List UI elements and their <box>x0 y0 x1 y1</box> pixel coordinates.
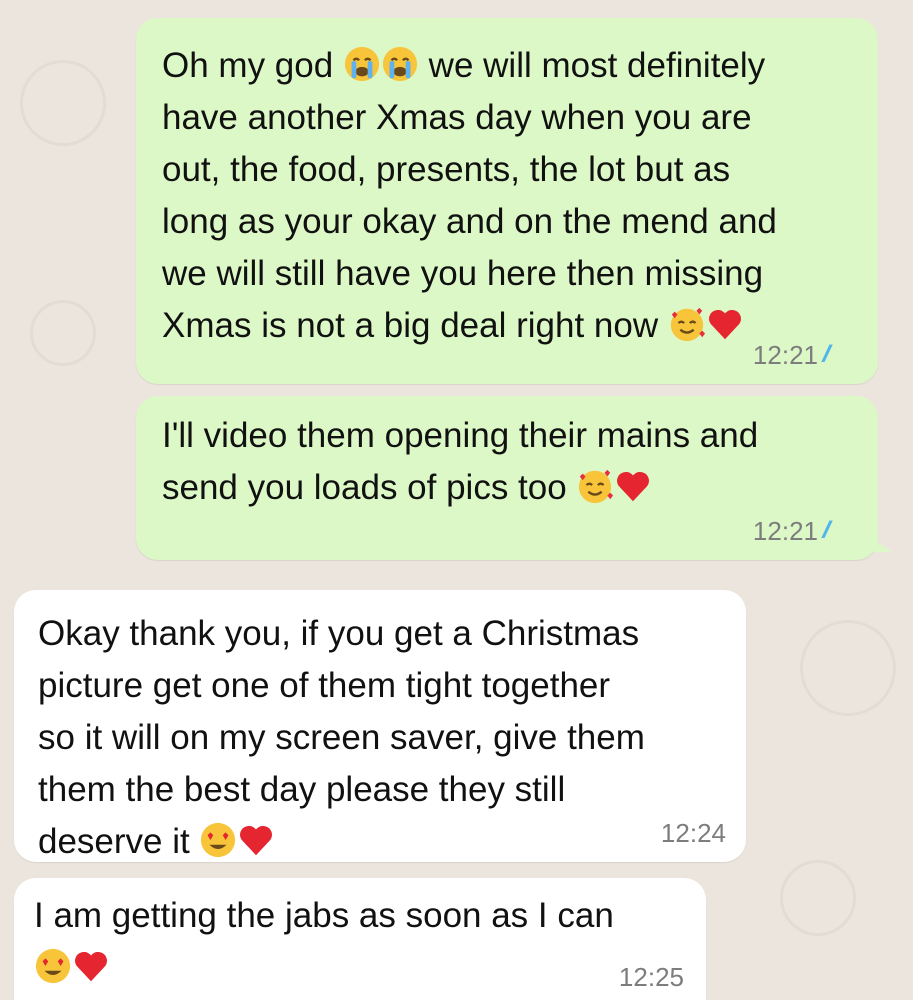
red-heart-icon <box>72 947 110 985</box>
message-line: we will still have you here then missing <box>162 254 764 293</box>
bubble-tail <box>874 540 892 552</box>
message-meta: 12:24 <box>661 818 726 848</box>
smiling-face-with-heart-eyes-icon <box>34 947 72 985</box>
message-bubble-incoming[interactable]: I am getting the jabs as soon as I can 1… <box>14 878 706 1000</box>
message-line: Xmas is not a big deal right now <box>162 300 852 352</box>
message-line: long as your okay and on the mend and <box>162 202 777 241</box>
message-bubble-outgoing[interactable]: I'll video them opening their mains and … <box>136 396 892 560</box>
message-meta: 12:21 // <box>753 516 852 546</box>
red-heart-icon <box>237 821 275 859</box>
message-line <box>34 942 686 994</box>
message-line: so it will on my screen saver, give them <box>38 718 645 757</box>
timestamp: 12:21 <box>752 340 818 370</box>
wallpaper-doodle <box>800 620 896 716</box>
read-receipt-icon: // <box>824 340 852 370</box>
wallpaper-doodle <box>780 860 856 936</box>
wallpaper-doodle <box>30 300 96 366</box>
message-line: Okay thank you, if you get a Christmas <box>38 614 640 653</box>
timestamp: 12:24 <box>660 818 726 848</box>
message-meta: 12:21 // <box>753 340 852 370</box>
red-heart-icon <box>614 467 652 505</box>
message-bubble-outgoing[interactable]: Oh my god we will most definitely have a… <box>136 18 878 384</box>
loudly-crying-face-icon <box>381 45 419 83</box>
message-line: them the best day please they still <box>38 770 566 809</box>
smiling-face-with-hearts-icon <box>576 467 614 505</box>
message-line: I am getting the jabs as soon as I can <box>34 896 614 935</box>
red-heart-icon <box>706 305 744 343</box>
timestamp: 12:21 <box>752 516 818 546</box>
message-line: Oh my god we will most definitely <box>162 45 766 85</box>
smiling-face-with-heart-eyes-icon <box>199 821 237 859</box>
read-receipt-icon: // <box>824 516 852 546</box>
smiling-face-with-hearts-icon <box>668 305 706 343</box>
message-bubble-incoming[interactable]: Okay thank you, if you get a Christmas p… <box>14 590 746 862</box>
wallpaper-doodle <box>20 60 106 146</box>
message-meta: 12:25 <box>619 962 684 992</box>
message-line: have another Xmas day when you are <box>162 98 752 137</box>
timestamp: 12:25 <box>618 962 684 992</box>
message-line: deserve it <box>38 816 722 868</box>
message-line: send you loads of pics too <box>162 462 852 514</box>
message-line: I'll video them opening their mains and <box>162 416 759 455</box>
loudly-crying-face-icon <box>343 45 381 83</box>
message-line: picture get one of them tight together <box>38 666 611 705</box>
message-line: out, the food, presents, the lot but as <box>162 150 731 189</box>
